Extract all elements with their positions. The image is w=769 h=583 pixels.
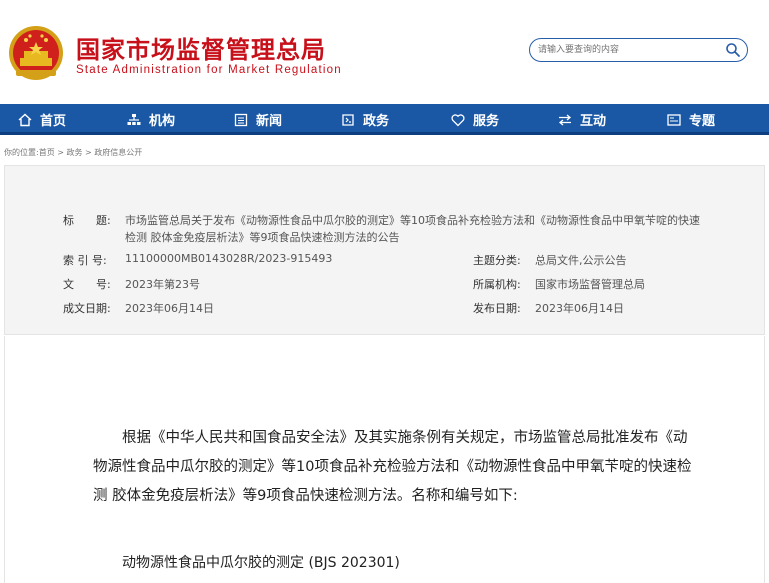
breadcrumb-prefix: 你的位置: [4,148,39,157]
meta-published-label: 发布日期: [473,302,521,315]
nav-label: 服务 [473,114,500,129]
breadcrumb-info[interactable]: 政府信息公开 [94,148,142,157]
meta-title-value: 市场监管总局关于发布《动物源性食品中瓜尔胶的测定》等10项食品补充检验方法和《动… [125,214,700,244]
article-body: 根据《中华人民共和国食品安全法》及其实施条例有关规定，市场监管总局批准发布《动物… [4,336,765,583]
meta-category-value: 总局文件,公示公告 [535,254,627,267]
topic-icon [667,113,681,126]
nav-item-gov[interactable]: 政务 [341,104,389,135]
nav-label: 机构 [149,114,176,129]
site-title-en: State Administration for Market Regulati… [76,64,342,76]
nav-item-topic[interactable]: 专题 [667,104,715,135]
org-icon [127,113,141,125]
breadcrumb: 你的位置:首页 > 政务 > 政府信息公开 [4,147,142,158]
site-title-cn[interactable]: 国家市场监督管理总局 [76,30,326,65]
meta-index-label: 索 引 号: [63,254,107,267]
meta-title-label: 标 题: [63,214,111,227]
interact-icon [558,114,572,125]
news-icon [234,113,248,126]
nav-item-interact[interactable]: 互动 [558,104,606,135]
meta-created-value: 2023年06月14日 [125,302,214,315]
home-icon [18,113,32,126]
meta-org-label: 所属机构: [473,278,521,291]
service-icon [451,113,465,126]
meta-category-label: 主题分类: [473,254,521,267]
search-box [529,38,748,62]
main-nav: 首页 机构 新闻 政务 服务 互动 专题 [0,104,769,135]
national-emblem-icon [9,26,63,80]
search-icon[interactable] [725,42,741,58]
meta-doc-value: 2023年第23号 [125,278,200,291]
nav-label: 政务 [363,114,390,129]
meta-published-value: 2023年06月14日 [535,302,624,315]
nav-label: 首页 [40,114,67,129]
nav-item-service[interactable]: 服务 [451,104,499,135]
nav-item-home[interactable]: 首页 [18,104,66,135]
search-input[interactable] [538,42,718,58]
nav-item-org[interactable]: 机构 [127,104,175,135]
nav-label: 新闻 [256,114,283,129]
breadcrumb-gov[interactable]: 政务 [67,148,83,157]
gov-icon [342,113,354,126]
nav-item-news[interactable]: 新闻 [234,104,282,135]
meta-org-value: 国家市场监督管理总局 [535,278,645,291]
nav-label: 专题 [689,114,716,129]
meta-created-label: 成文日期: [63,302,111,315]
article-paragraph: 根据《中华人民共和国食品安全法》及其实施条例有关规定，市场监管总局批准发布《动物… [93,430,692,504]
site-header: 国家市场监督管理总局 State Administration for Mark… [0,0,769,104]
meta-doc-label: 文 号: [63,278,111,291]
article-list-item: 动物源性食品中瓜尔胶的测定 (BJS 202301) [122,555,400,571]
breadcrumb-sep: > [82,148,95,157]
meta-index-value: 11100000MB0143028R/2023-915493 [125,252,333,265]
breadcrumb-home[interactable]: 首页 [39,148,55,157]
breadcrumb-sep: > [54,148,67,157]
nav-label: 互动 [580,114,607,129]
document-meta: 标 题: 市场监管总局关于发布《动物源性食品中瓜尔胶的测定》等10项食品补充检验… [4,165,765,335]
